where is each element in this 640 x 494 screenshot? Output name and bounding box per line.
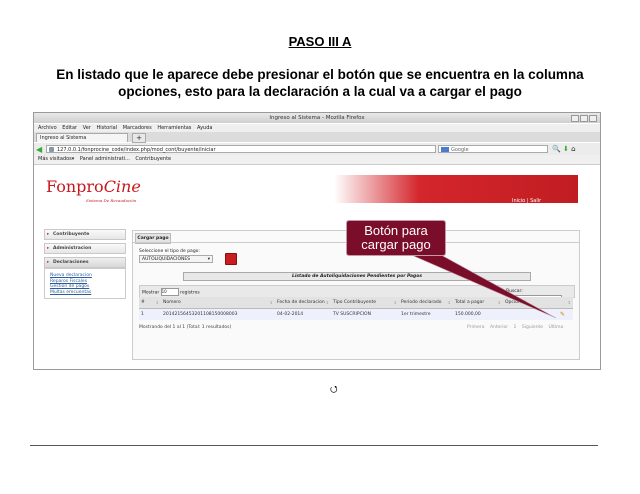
mouse-cursor-icon: ⭯: [330, 384, 338, 394]
callout-pointer: [399, 249, 557, 319]
callout-box: Botón para cargar pago: [346, 220, 446, 256]
page-divider: [30, 445, 598, 446]
callout-arrow: [399, 249, 557, 319]
